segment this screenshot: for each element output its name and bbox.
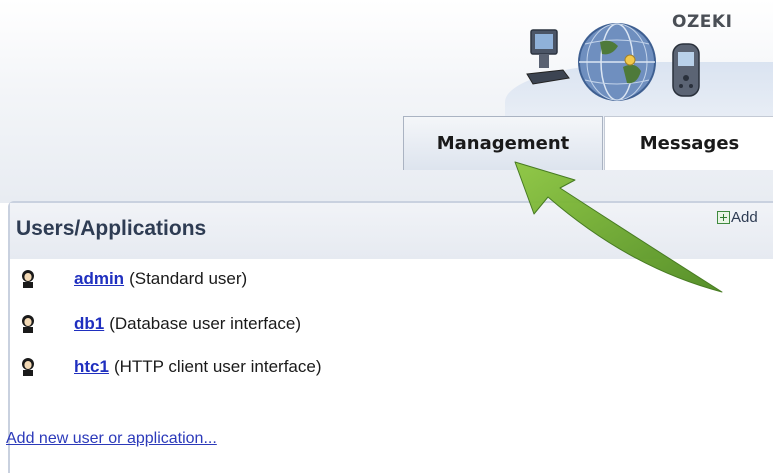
add-button-label: Add [731,209,758,226]
list-item: admin (Standard user) [20,266,247,292]
user-description: (Standard user) [129,269,248,288]
user-icon [22,315,34,333]
list-item: db1 (Database user interface) [20,311,301,337]
user-icon [22,270,34,288]
logo-computer-icon [526,29,570,85]
user-link-htc1[interactable]: htc1 [74,357,109,377]
panel-header: Users/Applications Add [10,203,773,259]
user-description: (HTTP client user interface) [113,357,322,376]
add-new-user-link[interactable]: Add new user or application... [6,430,217,448]
logo-text: OZEKI [672,12,733,32]
add-button[interactable]: Add [717,209,758,226]
user-link-db1[interactable]: db1 [74,314,104,334]
user-icon [22,358,34,376]
tab-messages[interactable]: Messages [604,116,773,170]
logo-globe-icon [578,23,656,101]
user-description: (Database user interface) [109,314,302,333]
tab-management-label: Management [436,133,570,154]
list-item: htc1 (HTTP client user interface) [20,354,322,380]
tab-messages-label: Messages [639,133,740,154]
user-link-admin[interactable]: admin [74,269,124,289]
header: OZEKI Management Messages [0,0,773,203]
logo-phone-icon [672,43,700,97]
panel-title: Users/Applications [16,217,207,240]
add-icon [717,211,730,224]
tab-management[interactable]: Management [403,116,603,170]
